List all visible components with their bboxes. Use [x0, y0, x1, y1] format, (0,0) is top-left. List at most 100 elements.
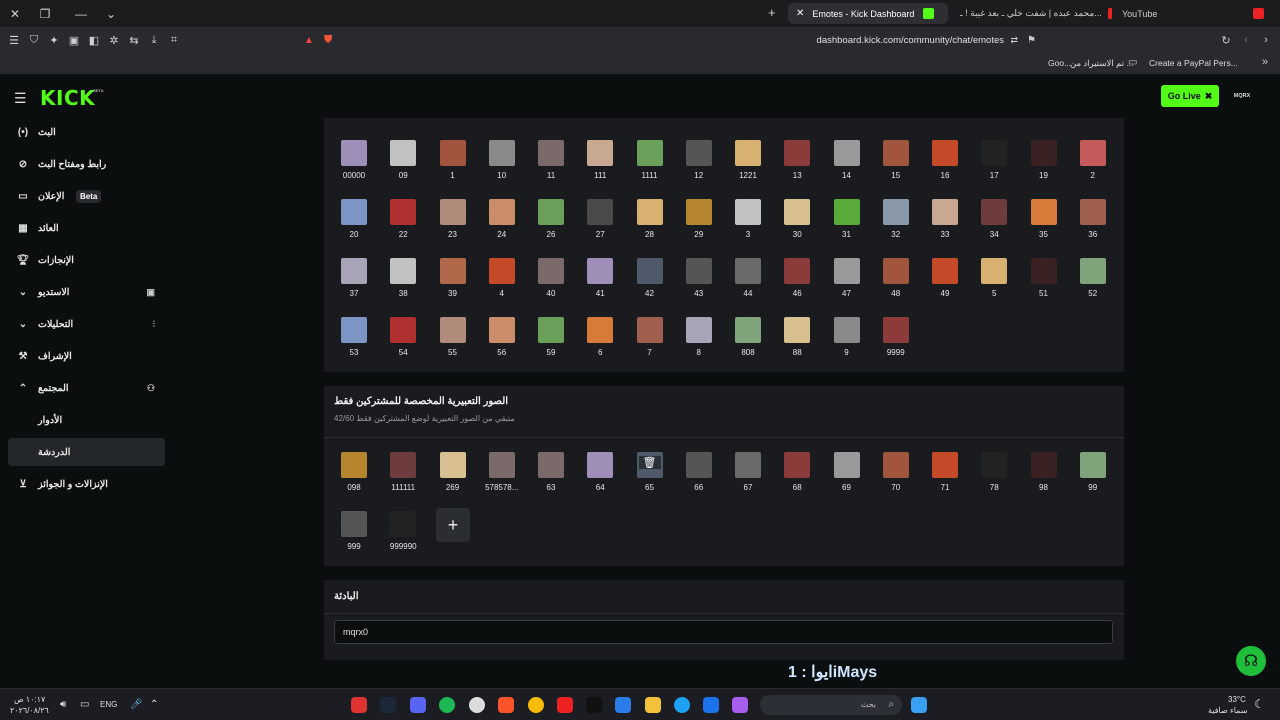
shield-icon[interactable]: ⛉ [24, 30, 44, 50]
emote-image[interactable] [439, 199, 466, 225]
obs-icon[interactable] [469, 697, 485, 713]
sidebar-item-community[interactable]: ⌃ المجتمع ⚇ [8, 374, 165, 402]
emote-image[interactable] [439, 258, 466, 284]
emote-item[interactable]: 12 [679, 140, 719, 190]
hamburger-menu-icon[interactable]: ☰ [14, 90, 27, 107]
emote-image[interactable] [341, 199, 367, 225]
emote-item[interactable]: 42 [630, 258, 670, 308]
sidebar-item-achievements[interactable]: 🏆︎ الإنجازات [8, 246, 165, 274]
emote-item[interactable]: 7 [630, 317, 670, 367]
edge-icon[interactable] [674, 697, 690, 713]
emote-item[interactable]: 68 [777, 452, 817, 502]
app-icon[interactable] [351, 697, 367, 713]
sidebar-item-moderation[interactable]: ⚒ الإشراف [8, 342, 165, 370]
emote-image[interactable] [735, 452, 761, 478]
emote-item[interactable]: 27 [580, 199, 620, 249]
delete-emote-icon[interactable]: 🗑︎ [638, 456, 661, 469]
emote-image[interactable] [439, 317, 466, 343]
emote-item[interactable]: 15 [876, 140, 916, 190]
emote-image[interactable] [833, 199, 860, 225]
emote-image[interactable] [932, 258, 958, 284]
emote-item[interactable]: 111111 [383, 452, 423, 502]
brave-rewards-icon[interactable]: ▲ [304, 35, 314, 46]
emote-image[interactable] [587, 317, 614, 343]
emote-image[interactable] [685, 140, 712, 166]
share-icon[interactable]: ⇄ [1010, 35, 1018, 46]
emote-item[interactable]: 55 [433, 317, 473, 367]
weather-text[interactable]: سماء صافية [1208, 706, 1248, 715]
emote-image[interactable] [636, 140, 663, 166]
emote-image[interactable] [1030, 199, 1057, 225]
emote-item[interactable]: 1 [433, 140, 473, 190]
emote-image[interactable] [538, 258, 564, 284]
emote-image[interactable] [735, 199, 761, 225]
emote-item[interactable]: 269 [433, 452, 473, 502]
emote-image[interactable] [636, 317, 663, 343]
emote-image[interactable] [735, 140, 761, 166]
emote-image[interactable] [538, 140, 564, 166]
emote-item[interactable]: 39 [433, 258, 473, 308]
go-live-button[interactable]: Go Live ✖ [1161, 85, 1219, 107]
emote-item[interactable]: 43 [679, 258, 719, 308]
emote-image[interactable] [981, 452, 1008, 478]
steam-icon[interactable] [380, 697, 396, 713]
emote-image[interactable] [390, 317, 417, 343]
emote-item[interactable]: 56 [482, 317, 522, 367]
emote-item[interactable]: 00000 [334, 140, 374, 190]
emote-item[interactable]: 4 [482, 258, 522, 308]
emote-item[interactable]: 13 [777, 140, 817, 190]
new-tab-icon[interactable]: + [768, 5, 776, 20]
emote-item[interactable]: 6 [580, 317, 620, 367]
emote-image[interactable] [488, 258, 515, 284]
emote-image[interactable] [587, 140, 614, 166]
emote-image[interactable] [488, 199, 515, 225]
taskbar-date[interactable]: ٢٠٢٦/٠٨/٢٦ [10, 706, 49, 715]
sidebar-item-stream[interactable]: (•) البث [8, 118, 165, 146]
emote-image[interactable] [685, 452, 712, 478]
minimize-window-icon[interactable]: — [66, 0, 96, 27]
emote-item[interactable]: 10 [482, 140, 522, 190]
emote-item[interactable]: 69 [827, 452, 867, 502]
volume-icon[interactable]: 🔊︎ [60, 699, 66, 710]
emote-item[interactable]: 999990 [383, 511, 423, 561]
emote-item[interactable]: 111 [580, 140, 620, 190]
bookmark-google[interactable]: Goo... [1048, 58, 1071, 68]
emote-image[interactable] [636, 199, 663, 225]
emote-item[interactable]: 3 [728, 199, 768, 249]
download-icon[interactable]: ⤓ [144, 30, 164, 50]
emote-item[interactable]: 16 [925, 140, 965, 190]
taskbar-search[interactable]: بحث ⌕ [760, 695, 902, 715]
emote-item[interactable]: 35 [1024, 199, 1064, 249]
emote-item[interactable]: 48 [876, 258, 916, 308]
emote-item[interactable]: 20 [334, 199, 374, 249]
bookmark-imported[interactable]: تم الاستيراد من ... [1070, 58, 1134, 69]
emote-item[interactable]: 67 [728, 452, 768, 502]
emote-image[interactable] [1030, 258, 1057, 284]
url-text[interactable]: dashboard.kick.com/community/chat/emotes [817, 35, 1004, 46]
user-avatar[interactable]: MQRX [1228, 85, 1256, 107]
emote-image[interactable] [538, 452, 564, 478]
support-chat-icon[interactable]: ☊ [1236, 646, 1266, 676]
temperature[interactable]: 33°C [1228, 695, 1246, 704]
network-icon[interactable]: ▭ [80, 699, 89, 710]
emote-item[interactable]: 578578... [482, 452, 522, 502]
emote-image[interactable] [784, 317, 811, 343]
emote-item[interactable]: 9 [827, 317, 867, 367]
sidebar-item-drops[interactable]: ⊻ الإنزالات و الجوائز [8, 470, 165, 498]
emote-image[interactable] [587, 199, 614, 225]
emote-item[interactable]: 19 [1024, 140, 1064, 190]
emote-image[interactable] [341, 258, 367, 284]
emote-item[interactable]: 41 [580, 258, 620, 308]
forward-icon[interactable]: › [1256, 30, 1276, 50]
emote-item[interactable]: 52 [1073, 258, 1113, 308]
emote-item[interactable]: 38 [383, 258, 423, 308]
emote-image[interactable] [981, 199, 1008, 225]
restore-window-icon[interactable]: ❐ [30, 0, 60, 27]
emote-image[interactable] [932, 199, 958, 225]
reload-icon[interactable]: ↻ [1216, 30, 1236, 50]
qr-icon[interactable]: ⌗ [164, 30, 184, 50]
prefix-input[interactable] [334, 620, 1113, 644]
emote-item[interactable]: 64 [580, 452, 620, 502]
tab-youtube[interactable]: YouTube [1114, 3, 1278, 24]
close-window-icon[interactable]: ✕ [0, 0, 30, 27]
